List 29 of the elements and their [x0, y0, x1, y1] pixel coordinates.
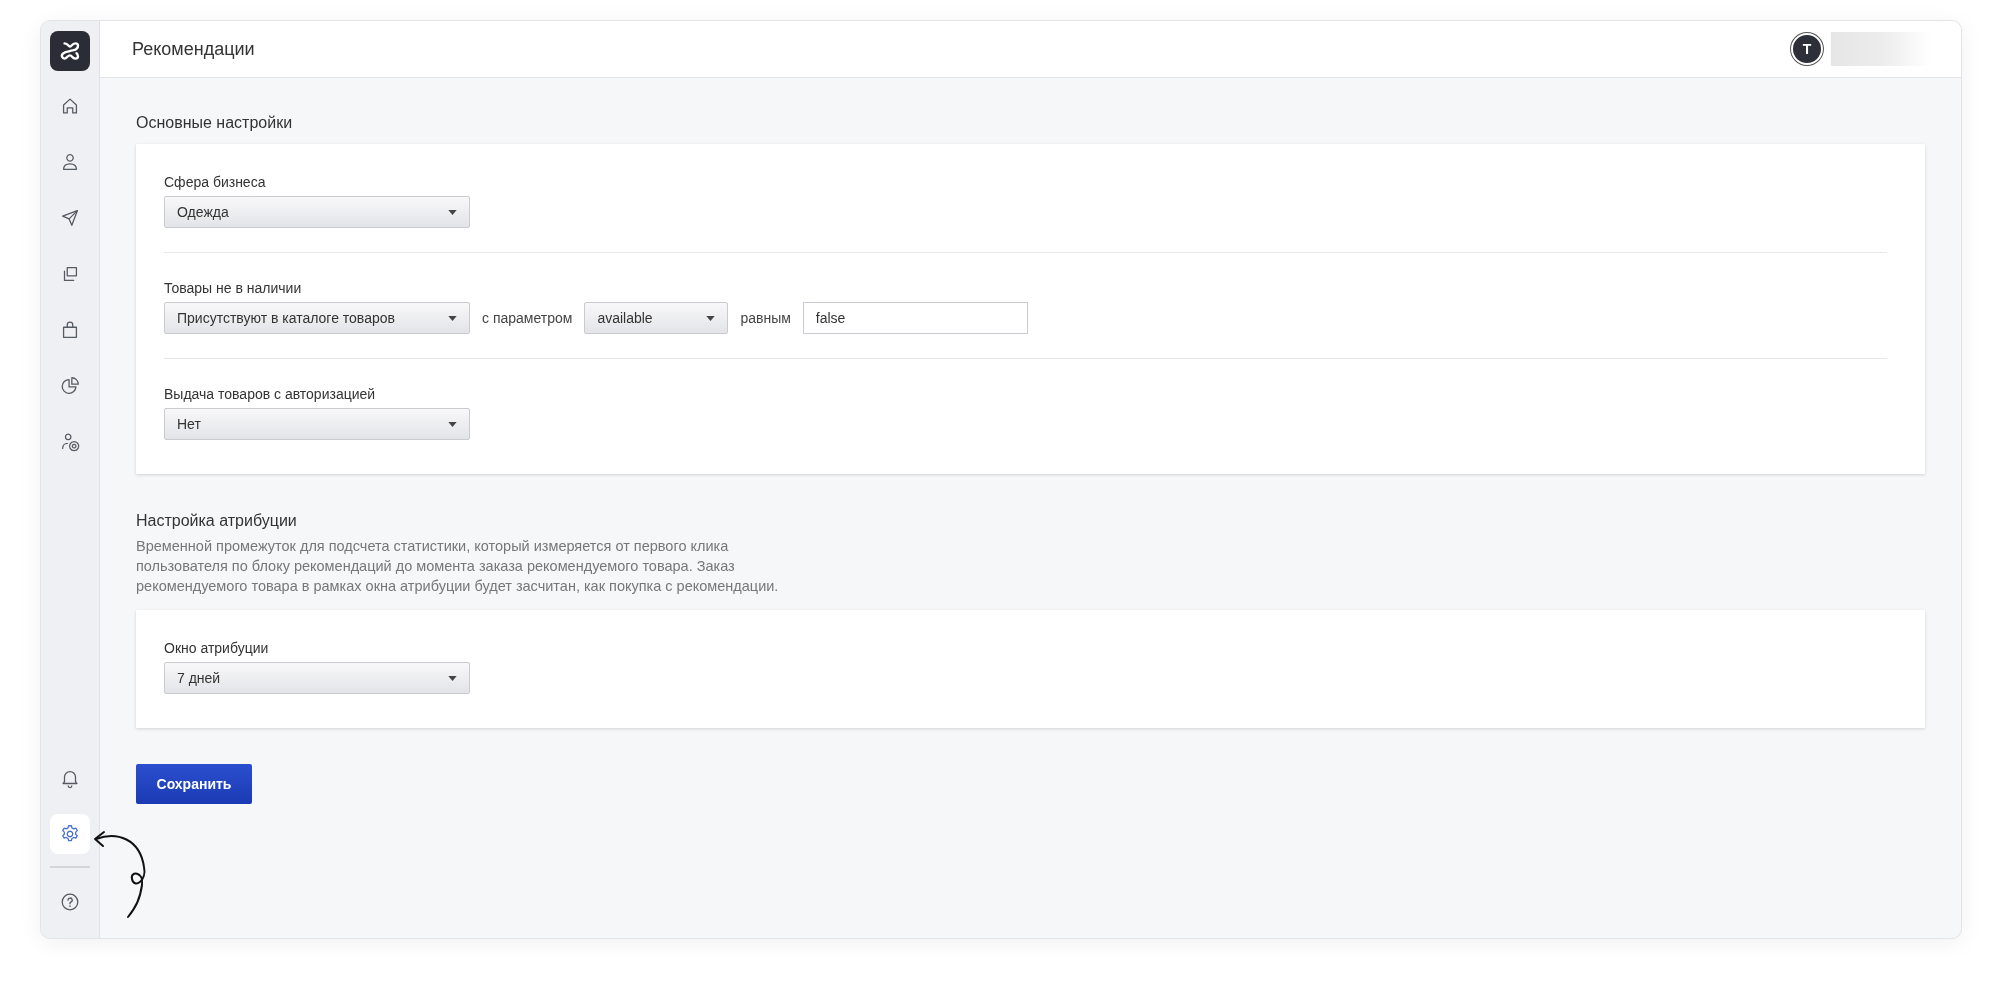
caret-icon — [448, 209, 457, 215]
field-label: Товары не в наличии — [164, 280, 303, 296]
section-title: Основные настройки — [136, 114, 294, 132]
field-label: Выдача товаров с авторизацией — [164, 386, 377, 402]
pie-chart-icon — [59, 375, 81, 397]
caret-icon — [448, 421, 457, 427]
logo-icon[interactable] — [50, 31, 90, 71]
paper-plane-icon — [59, 207, 81, 229]
help-icon — [59, 891, 81, 913]
inline-label: равным — [740, 310, 791, 326]
user-avatar[interactable]: T — [1791, 33, 1823, 65]
save-button[interactable]: Сохранить — [136, 764, 252, 804]
user-settings-icon — [59, 431, 81, 453]
caret-icon — [706, 315, 716, 321]
input-field[interactable]: false — [802, 302, 1028, 334]
field-label: Сфера бизнеса — [164, 174, 267, 190]
inline-label: с параметром — [482, 310, 573, 326]
section-title: Настройка атрибуции — [136, 512, 298, 530]
dropdown[interactable]: Нет — [164, 408, 470, 440]
dropdown[interactable]: Присутствуют в каталоге товаров — [164, 302, 470, 334]
caret-icon — [448, 315, 457, 321]
dropdown[interactable]: Одежда — [164, 196, 470, 228]
dropdown[interactable]: 7 дней — [164, 662, 470, 694]
dropdown[interactable]: available — [584, 302, 729, 334]
field-label: Окно атрибуции — [164, 640, 270, 656]
page-title: Рекомендации — [132, 38, 256, 60]
caret-icon — [448, 675, 457, 681]
nav-item[interactable] — [50, 814, 90, 854]
section-description: Временной промежуток для подсчета статистики, который измеряется от первого клика пользователя по блоку рекомендаций до момента заказа рекомендуемого товара. Заказ рекомендуемого товара в рамках окна атрибуции будет засчитан, как покупка с рекомендации. — [136, 537, 780, 596]
